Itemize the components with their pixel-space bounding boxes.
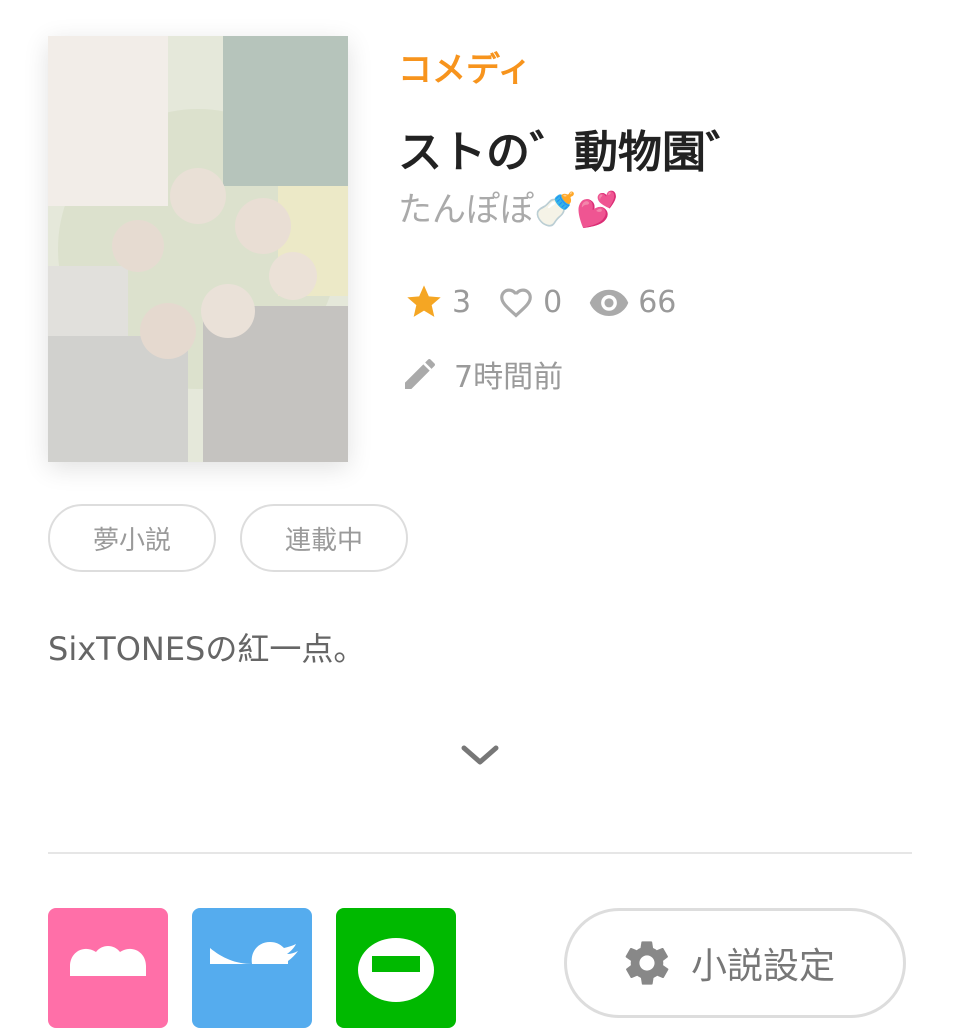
share-app-button[interactable]	[48, 908, 168, 1028]
genre-label[interactable]: コメディ	[398, 42, 532, 91]
novel-title: ストの゛動物園゛	[398, 127, 750, 178]
gear-icon	[625, 941, 669, 985]
heart-icon	[500, 288, 532, 318]
star-icon	[407, 285, 441, 317]
app-logo-icon	[70, 946, 146, 976]
views-count: 66	[638, 284, 677, 320]
line-logo-icon	[358, 938, 434, 1002]
author-name[interactable]: たんぽぽ🍼💕	[398, 182, 619, 231]
eye-icon	[589, 289, 629, 316]
stats-row: 3 0 66	[404, 280, 702, 324]
pencil-icon	[405, 359, 435, 389]
divider	[48, 852, 912, 854]
share-line-button[interactable]	[336, 908, 456, 1028]
settings-label: 小説設定	[691, 946, 836, 987]
chevron-down-icon[interactable]	[456, 740, 504, 770]
updated-time: 7時間前	[454, 360, 564, 395]
novel-settings-button[interactable]: 小説設定	[564, 908, 906, 1018]
twitter-bird-icon	[210, 942, 298, 964]
share-twitter-button[interactable]	[192, 908, 312, 1028]
stars-count: 3	[452, 284, 472, 320]
views-stat: 66	[588, 281, 676, 323]
updated-row: 7時間前	[400, 352, 563, 396]
tag-serializing[interactable]: 連載中	[240, 504, 408, 572]
likes-count: 0	[543, 284, 563, 320]
novel-description: SixTONESの紅一点。	[48, 630, 366, 668]
cover-image[interactable]	[48, 36, 348, 462]
tag-dream-novel[interactable]: 夢小説	[48, 504, 216, 572]
stars-stat: 3	[404, 282, 471, 322]
likes-stat: 0	[497, 283, 562, 321]
